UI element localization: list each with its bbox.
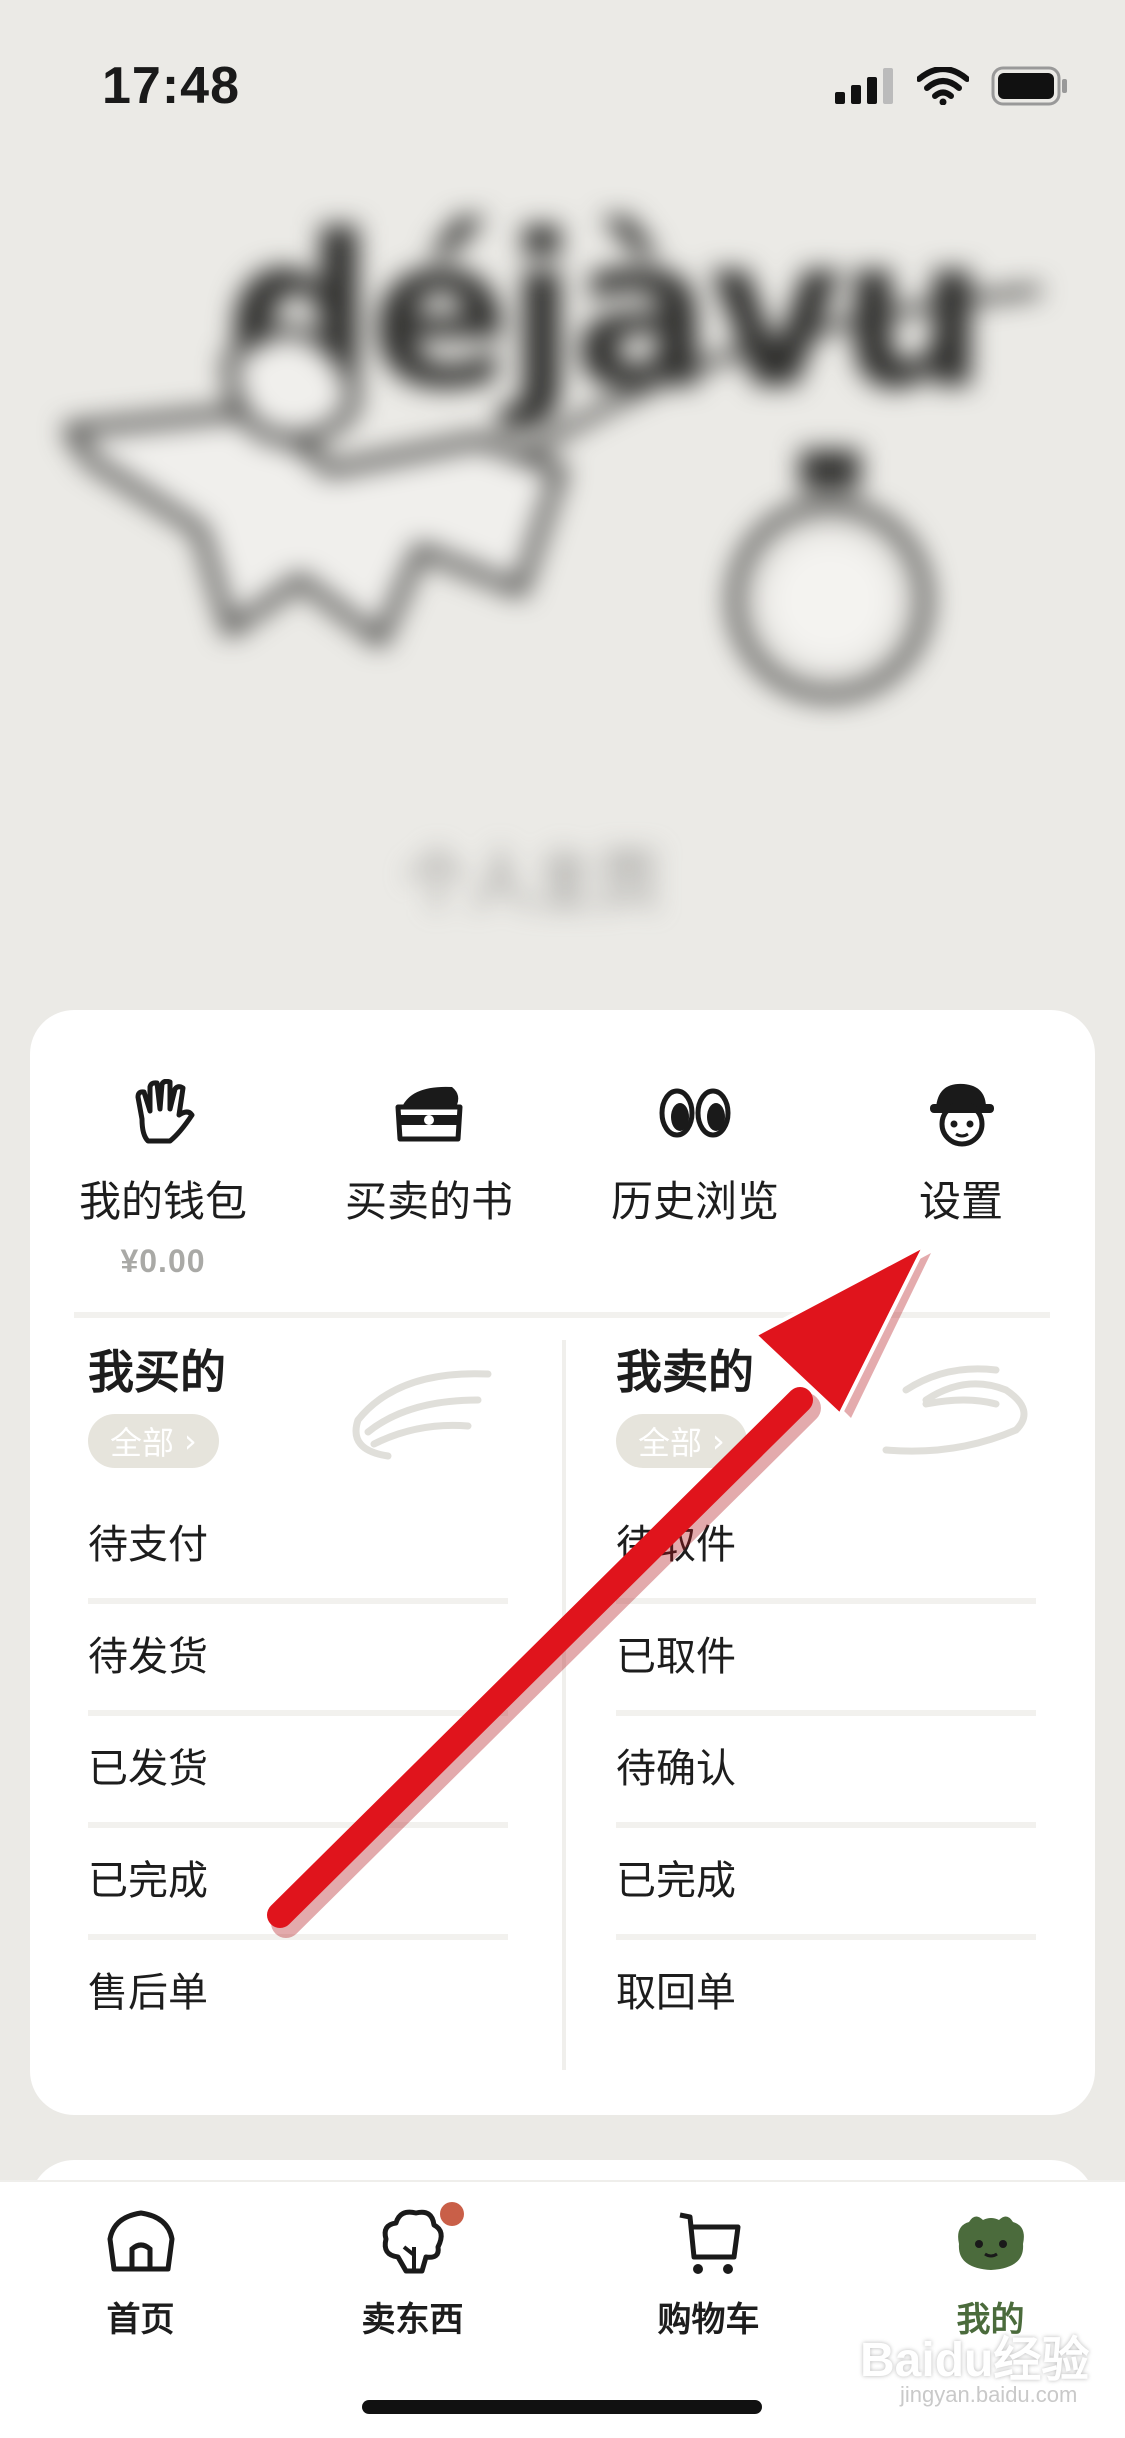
profile-card: 我的钱包 ¥0.00 买卖的书 历史浏览 设置 我买的 全部 › 待支付 待发货… bbox=[30, 1010, 1095, 2115]
watermark: Baidu经验 bbox=[860, 2334, 1090, 2387]
hero-tagline: 个人主页 bbox=[405, 845, 661, 919]
notification-badge bbox=[440, 2202, 464, 2226]
hat-face-icon bbox=[930, 1083, 994, 1147]
sold-list: 待取件 已取件 待确认 已完成 取回单 bbox=[616, 1492, 1036, 2046]
sold-orders: 我卖的 全部 › 待取件 已取件 待确认 已完成 取回单 bbox=[616, 1340, 1036, 2046]
tab-cart[interactable]: 购物车 bbox=[568, 2202, 849, 2341]
list-item[interactable]: 待支付 bbox=[88, 1492, 508, 1604]
wallet-balance: ¥0.00 bbox=[120, 1243, 206, 1279]
wallet-label: 我的钱包 bbox=[78, 1177, 247, 1226]
bought-list: 待支付 待发货 已发货 已完成 售后单 bbox=[88, 1492, 508, 2046]
list-item[interactable]: 待发货 bbox=[88, 1604, 508, 1716]
list-item[interactable]: 售后单 bbox=[88, 1940, 508, 2046]
chevron-right-icon: › bbox=[712, 1422, 725, 1460]
sold-all-button[interactable]: 全部 › bbox=[616, 1414, 747, 1468]
list-item[interactable]: 已取件 bbox=[616, 1604, 1036, 1716]
tab-sell[interactable]: 卖东西 bbox=[272, 2202, 553, 2341]
giving-hand-icon bbox=[882, 1365, 1028, 1455]
settings-button[interactable]: 设置 bbox=[828, 1078, 1094, 1229]
home-indicator bbox=[362, 2400, 762, 2414]
watermark-sub: jingyan.baidu.com bbox=[900, 2382, 1078, 2407]
my-books-label: 买卖的书 bbox=[344, 1177, 513, 1226]
column-divider bbox=[562, 1340, 566, 2070]
eyes-icon bbox=[659, 1088, 731, 1138]
bought-all-button[interactable]: 全部 › bbox=[88, 1414, 219, 1468]
settings-label: 设置 bbox=[918, 1177, 1003, 1226]
sold-all-label: 全部 bbox=[638, 1424, 703, 1462]
history-button[interactable]: 历史浏览 bbox=[562, 1078, 828, 1229]
profile-hero: déjàvu 个人主页 bbox=[0, 170, 1125, 1000]
hand-icon bbox=[135, 1079, 195, 1144]
list-item[interactable]: 已发货 bbox=[88, 1716, 508, 1828]
list-item[interactable]: 已完成 bbox=[616, 1828, 1036, 1940]
frog-face-icon bbox=[957, 2216, 1024, 2270]
tab-home[interactable]: 首页 bbox=[0, 2202, 281, 2341]
quick-actions: 我的钱包 ¥0.00 买卖的书 历史浏览 设置 bbox=[30, 1010, 1095, 1310]
list-item[interactable]: 待确认 bbox=[616, 1716, 1036, 1828]
book-box-icon bbox=[395, 1086, 463, 1142]
tree-icon bbox=[382, 2209, 444, 2274]
battery-icon bbox=[991, 66, 1067, 106]
my-books-button[interactable]: 买卖的书 bbox=[296, 1078, 562, 1229]
status-time: 17:48 bbox=[102, 57, 240, 115]
wifi-icon bbox=[917, 67, 969, 105]
list-item[interactable]: 待取件 bbox=[616, 1492, 1036, 1604]
status-icons bbox=[835, 66, 1069, 106]
hero-artwork: déjàvu 个人主页 bbox=[0, 170, 1125, 1000]
list-item[interactable]: 已完成 bbox=[88, 1828, 508, 1940]
tab-cart-label: 购物车 bbox=[657, 2300, 760, 2340]
wallet-button[interactable]: 我的钱包 ¥0.00 bbox=[30, 1078, 296, 1280]
history-label: 历史浏览 bbox=[610, 1177, 779, 1226]
tab-home-label: 首页 bbox=[106, 2300, 175, 2340]
signal-icon bbox=[835, 68, 893, 104]
bought-all-label: 全部 bbox=[110, 1424, 175, 1462]
cart-icon bbox=[679, 2212, 740, 2274]
chevron-right-icon: › bbox=[184, 1422, 197, 1460]
list-item[interactable]: 取回单 bbox=[616, 1940, 1036, 2046]
status-bar: 17:48 bbox=[0, 0, 1125, 170]
bought-orders: 我买的 全部 › 待支付 待发货 已发货 已完成 售后单 bbox=[88, 1340, 508, 2046]
house-icon bbox=[107, 2210, 174, 2272]
divider bbox=[74, 1312, 1050, 1318]
tab-sell-label: 卖东西 bbox=[361, 2300, 464, 2340]
wing-icon bbox=[352, 1370, 492, 1460]
